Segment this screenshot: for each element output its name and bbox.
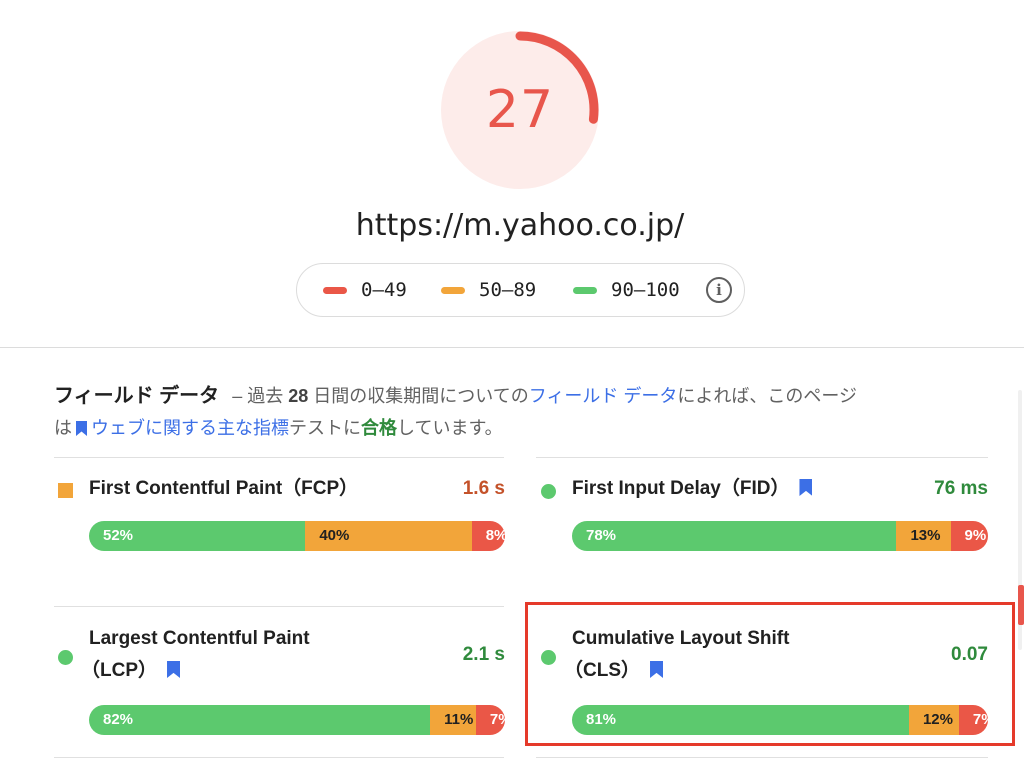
distribution-bar-fid: 78% 13% 9% [572,521,988,551]
metric-value-lcp: 2.1 s [462,644,505,665]
metric-name-fid: First Input Delay（FID） [572,473,813,505]
field-data-text3: によれば、このページ [677,386,858,406]
bookmark-icon [799,479,813,496]
field-data-text6: しています。 [397,418,503,438]
field-data-text2: 日間の収集期間についての [313,386,529,406]
metric-abbr-lcp: （LCP） [81,660,158,681]
distribution-bar-lcp: 82%11%7% [89,705,505,735]
performance-score: 27 [485,80,555,140]
average-segment: 13% [896,521,951,551]
card-divider [536,757,988,758]
legend-swatch-good [573,286,597,294]
legend-swatch-average [441,286,465,294]
legend-label-good: 90–100 [611,279,680,301]
bookmark-icon [76,421,87,436]
field-data-summary: フィールド データ – 過去 28 日間の収集期間についてのフィールド データに… [54,380,914,444]
good-dot-icon [541,484,556,499]
legend-item-poor: 0–49 [323,264,407,316]
metric-name-fcp: First Contentful Paint（FCP） [89,478,359,499]
average-square-icon [58,483,73,498]
card-divider [54,606,504,607]
field-data-text4: は [54,418,72,438]
metric-value-fid: 76 ms [934,478,988,499]
metric-value-fcp: 1.6 s [462,478,505,499]
bookmark-icon [167,661,181,678]
legend-label-average: 50–89 [479,279,537,301]
good-segment: 82% [89,705,431,735]
good-segment: 52% [89,521,306,551]
metric-name-lcp-abbr: （LCP） [81,655,181,687]
card-divider [536,457,988,458]
field-data-link[interactable]: フィールド データ [529,386,678,406]
tested-url: https://m.yahoo.co.jp/ [355,208,685,243]
section-divider [0,347,1024,348]
field-data-text5: テストに [289,418,361,438]
assessment-result: 合格 [361,418,397,438]
performance-score-gauge: 27 [441,31,599,189]
good-dot-icon [58,650,73,665]
core-web-vitals-link[interactable]: ウェブに関する主な指標 [91,418,289,438]
metric-fid: First Input Delay（FID） 76 ms 78% 13% 9% [536,470,988,560]
field-data-days: 28 [288,386,309,406]
legend-label-poor: 0–49 [361,279,407,301]
metric-fcp: First Contentful Paint（FCP） 1.6 s 52% 40%… [53,470,505,560]
good-segment: 78% [572,521,897,551]
field-data-text1: 過去 [247,386,284,406]
legend-item-average: 50–89 [441,264,536,316]
metric-name-fid-text: First Input Delay（FID） [572,478,790,499]
distribution-bar-fcp: 52%40%8% [89,521,505,551]
poor-segment: 9% [950,521,988,551]
card-divider [54,757,504,758]
scrollbar-thumb[interactable] [1018,585,1024,625]
legend-swatch-poor [323,286,347,294]
card-divider [54,457,504,458]
average-segment: 40% [305,521,472,551]
legend-item-good: 90–100 [573,264,680,316]
field-data-title: フィールド データ [54,385,220,407]
average-segment: 11% [430,705,476,735]
metric-name-lcp: Largest Contentful Paint [89,628,310,649]
cls-highlight-box [525,602,1015,746]
poor-segment: 8% [471,521,505,551]
info-icon[interactable]: i [706,277,732,303]
metric-lcp: Largest Contentful Paint （LCP） 2.1 s 82%… [53,622,505,737]
score-legend: 0–49 50–89 90–100 i [296,263,745,317]
field-data-dash: – [232,386,243,406]
poor-segment: 7% [475,705,505,735]
